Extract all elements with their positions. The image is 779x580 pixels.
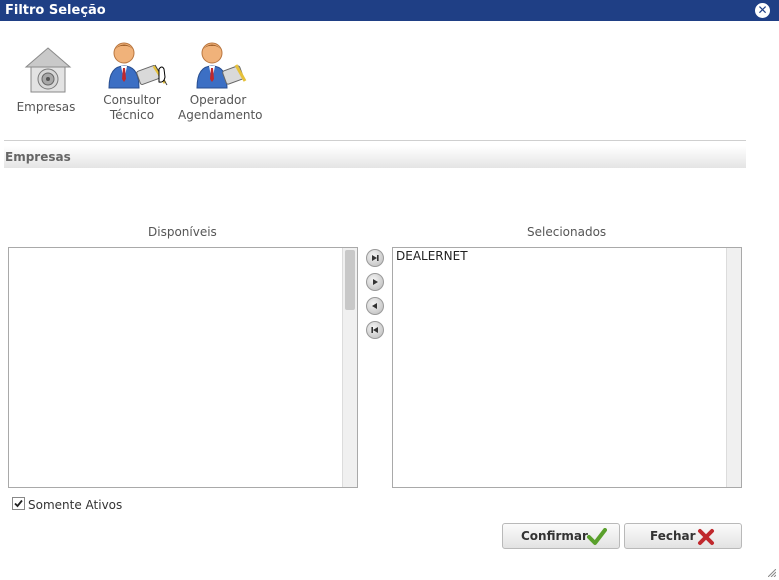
toolbar-label-operador-line2: Agendamento <box>178 108 263 122</box>
dialog-title-bar: Filtro Seleção ✕ <box>0 0 779 21</box>
section-header: Empresas <box>4 146 746 168</box>
selected-scrollbar[interactable] <box>726 248 741 487</box>
available-scrollbar[interactable] <box>342 248 357 487</box>
move-left-icon[interactable] <box>366 297 384 315</box>
selected-list[interactable]: DEALERNET <box>392 247 742 488</box>
red-x-icon <box>698 529 714 545</box>
consultant-person-icon[interactable] <box>107 41 169 94</box>
operator-person-icon[interactable] <box>195 41 247 94</box>
available-list[interactable] <box>8 247 358 488</box>
fechar-button[interactable]: Fechar <box>624 523 742 549</box>
dialog-title: Filtro Seleção <box>5 3 106 18</box>
close-circle-icon[interactable]: ✕ <box>755 3 770 18</box>
toolbar-divider <box>4 140 746 141</box>
section-title: Empresas <box>5 150 71 164</box>
green-check-icon <box>587 528 607 545</box>
somente-ativos-checkbox[interactable] <box>12 497 25 510</box>
toolbar-label-empresas: Empresas <box>16 100 76 114</box>
available-title: Disponíveis <box>148 225 217 239</box>
list-item[interactable]: DEALERNET <box>396 249 468 263</box>
fechar-button-label: Fechar <box>650 529 696 543</box>
toolbar-label-consultor-line2: Técnico <box>109 108 155 122</box>
toolbar-item-operador-agendamento[interactable]: Operador Agendamento <box>178 93 263 123</box>
toolbar-item-consultor-tecnico[interactable]: Consultor Técnico <box>96 93 168 123</box>
confirm-button-label: Confirmar <box>521 529 588 543</box>
available-scroll-thumb[interactable] <box>345 250 355 310</box>
checkmark-icon <box>14 499 23 508</box>
somente-ativos-label: Somente Ativos <box>28 498 123 512</box>
toolbar-item-empresas[interactable]: Empresas <box>12 100 80 115</box>
house-safe-icon[interactable] <box>23 45 73 98</box>
resize-grip-icon[interactable] <box>768 569 776 577</box>
selected-title: Selecionados <box>527 225 607 239</box>
toolbar-label-consultor-line1: Consultor <box>103 93 161 107</box>
move-right-icon[interactable] <box>366 273 384 291</box>
confirm-button[interactable]: Confirmar <box>502 523 620 549</box>
move-all-left-icon[interactable] <box>366 321 384 339</box>
toolbar-label-operador-line1: Operador <box>189 93 247 107</box>
move-all-right-icon[interactable] <box>366 249 384 267</box>
